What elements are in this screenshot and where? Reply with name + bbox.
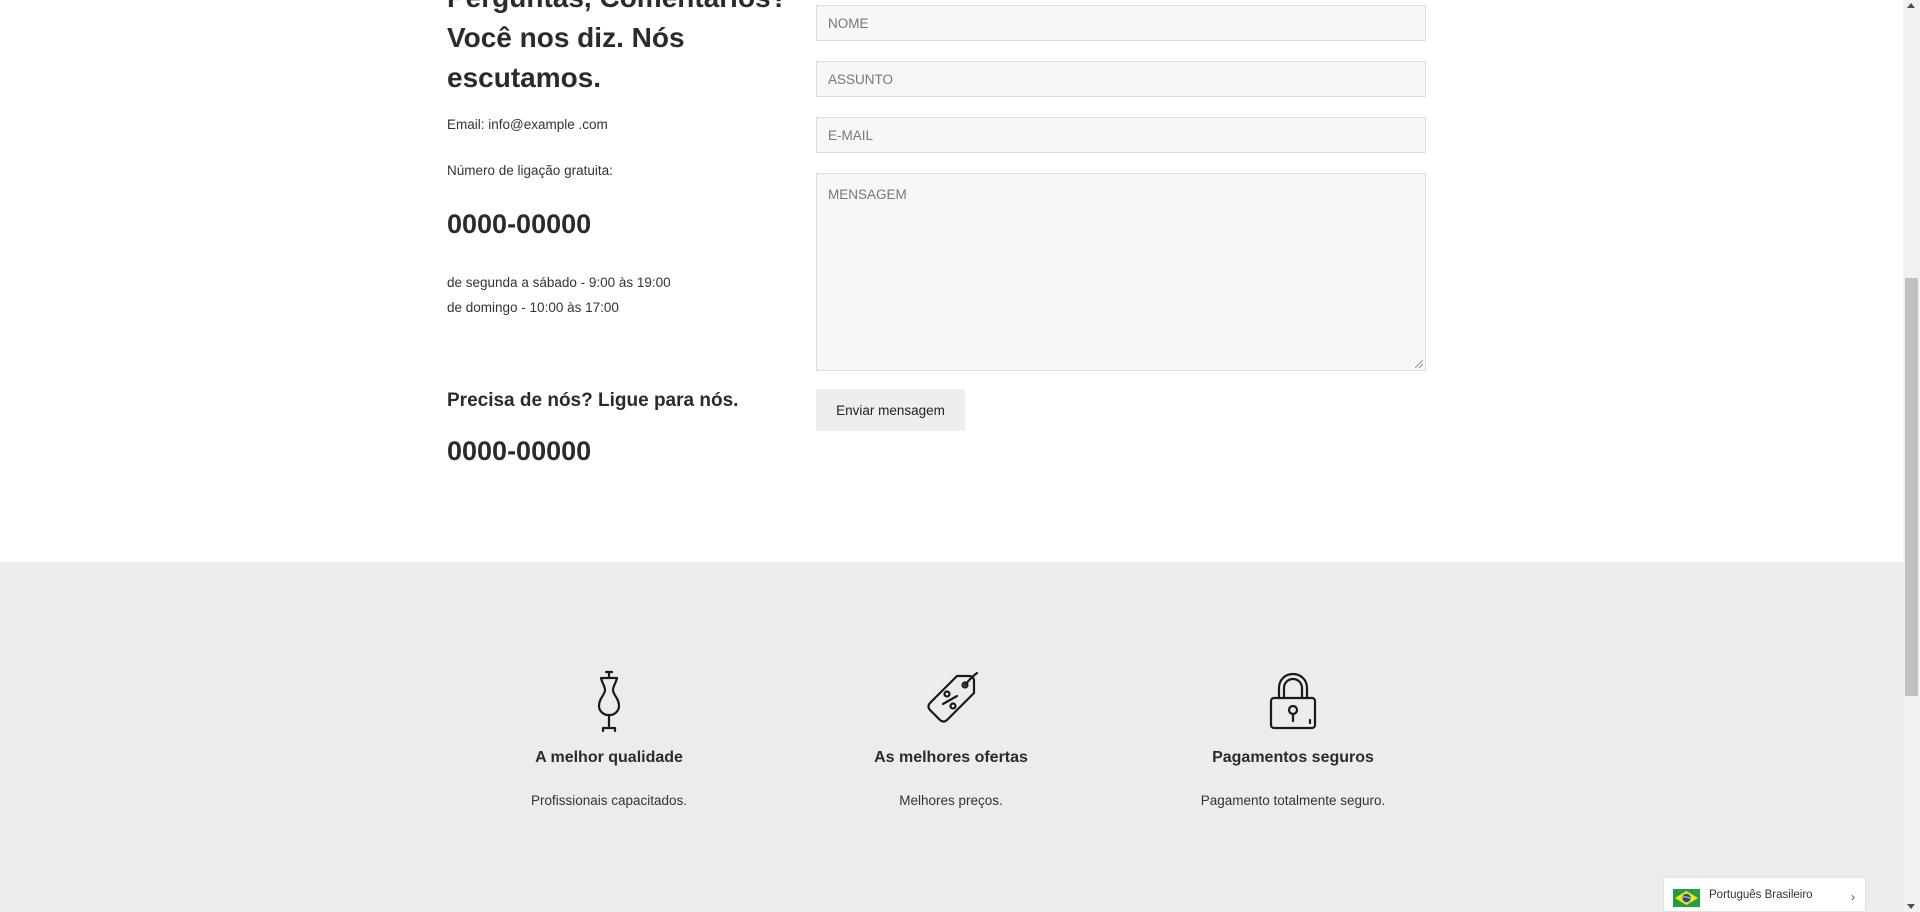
contact-heading: Perguntas, Comentários? Você nos diz. Nó… xyxy=(447,0,788,98)
subject-field[interactable] xyxy=(816,61,1426,97)
scroll-down-arrow-icon[interactable] xyxy=(1907,904,1915,909)
brazil-flag-icon xyxy=(1673,889,1700,907)
scroll-up-arrow-icon[interactable] xyxy=(1907,3,1915,8)
language-switcher[interactable]: Português Brasileiro › xyxy=(1663,877,1866,912)
contact-email: Email: info@example .com xyxy=(447,117,608,132)
discount-tag-icon xyxy=(927,671,979,723)
toll-free-label: Número de ligação gratuita: xyxy=(447,163,613,178)
resize-handle-icon[interactable] xyxy=(1415,360,1423,368)
phone-number-1: 0000-00000 xyxy=(447,209,592,239)
hours-sunday: de domingo - 10:00 às 17:00 xyxy=(447,300,619,315)
mannequin-icon xyxy=(597,670,621,732)
feature-title: A melhor qualidade xyxy=(535,749,683,766)
contact-section: Perguntas, Comentários? Você nos diz. Nó… xyxy=(0,0,1903,562)
heading-line-1: Perguntas, Comentários? xyxy=(447,0,788,18)
message-field[interactable] xyxy=(816,173,1426,371)
feature-title: As melhores ofertas xyxy=(874,749,1028,766)
scrollbar-thumb[interactable] xyxy=(1905,278,1918,696)
features-section: A melhor qualidade Profissionais capacit… xyxy=(0,562,1903,912)
chevron-right-icon: › xyxy=(1851,890,1855,904)
feature-desc: Melhores preços. xyxy=(899,793,1003,808)
language-label: Português Brasileiro xyxy=(1709,889,1813,901)
need-us-heading: Precisa de nós? Ligue para nós. xyxy=(447,390,739,411)
subject-input[interactable] xyxy=(817,62,1425,96)
heading-line-2: Você nos diz. Nós xyxy=(447,22,685,53)
padlock-icon xyxy=(1269,672,1317,730)
name-input[interactable] xyxy=(817,6,1425,40)
email-field[interactable] xyxy=(816,117,1426,153)
email-input[interactable] xyxy=(817,118,1425,152)
hours-weekdays: de segunda a sábado - 9:00 às 19:00 xyxy=(447,275,671,290)
feature-desc: Profissionais capacitados. xyxy=(530,793,688,808)
heading-line-3: escutamos. xyxy=(447,62,602,93)
name-field[interactable] xyxy=(816,5,1426,41)
send-message-button[interactable]: Enviar mensagem xyxy=(816,389,965,431)
feature-desc: Pagamento totalmente seguro. xyxy=(1200,793,1386,808)
phone-number-2: 0000-00000 xyxy=(447,436,592,466)
message-textarea[interactable] xyxy=(817,174,1425,370)
page-scrollbar[interactable] xyxy=(1903,0,1920,912)
feature-title: Pagamentos seguros xyxy=(1212,749,1374,766)
